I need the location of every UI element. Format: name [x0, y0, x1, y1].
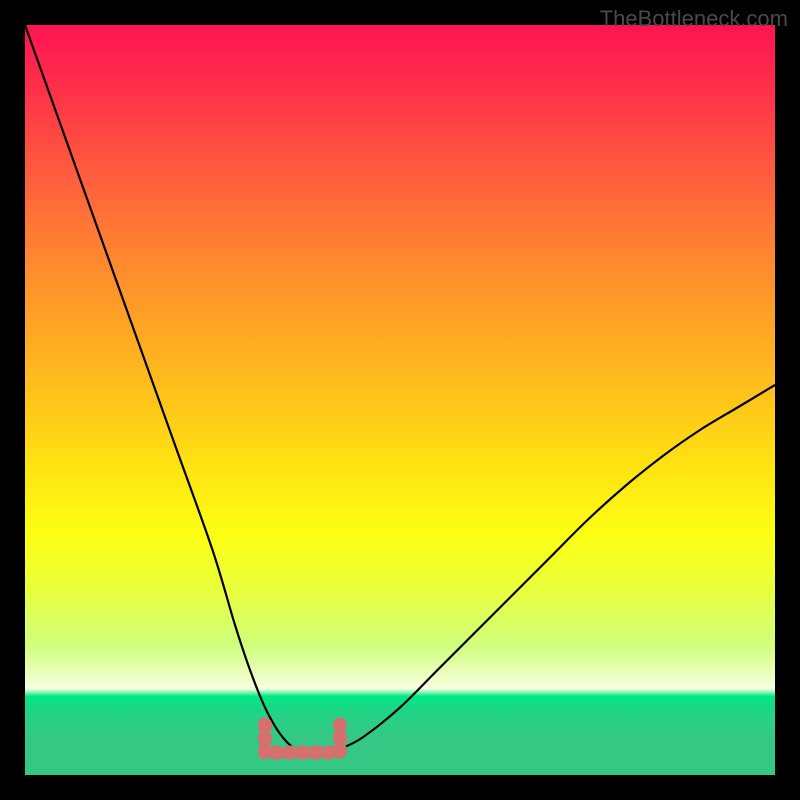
chart-svg — [25, 25, 775, 775]
watermark-text: TheBottleneck.com — [600, 6, 788, 32]
bottleneck-curve — [25, 25, 775, 753]
plot-area — [25, 25, 775, 775]
